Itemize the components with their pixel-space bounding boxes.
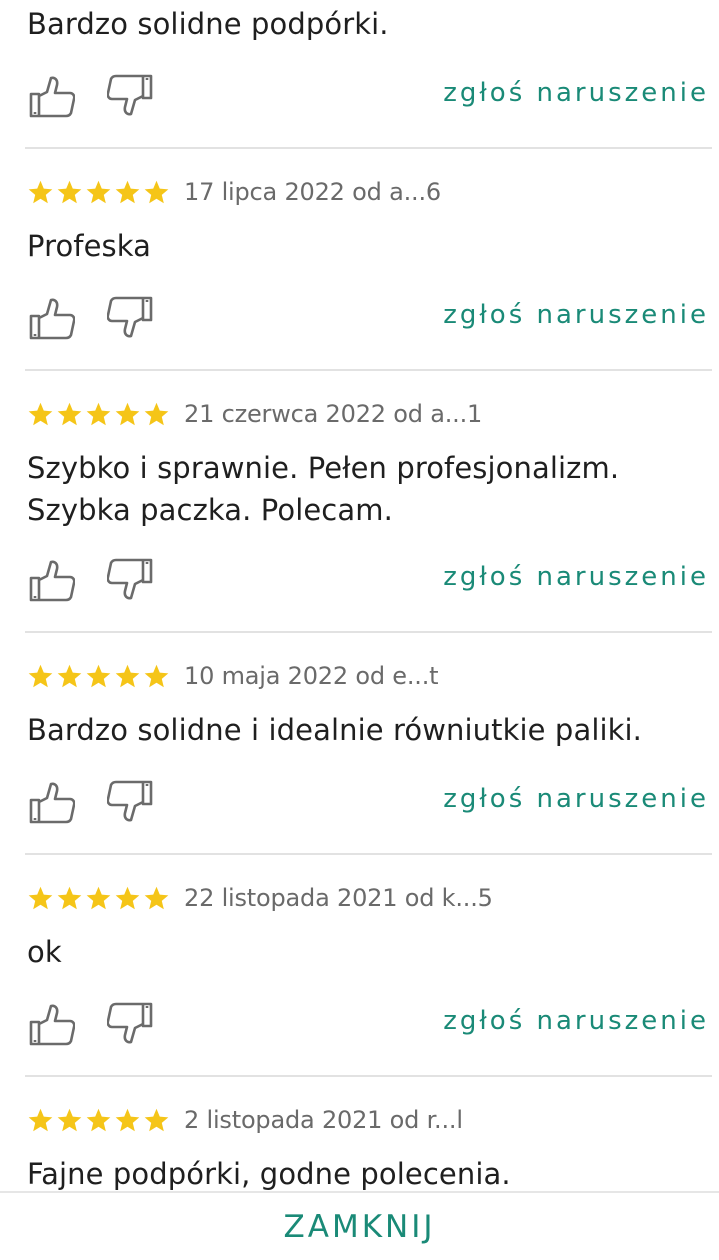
- star-icon: [144, 886, 169, 909]
- star-icon: [57, 1108, 82, 1131]
- star-icon: [86, 664, 111, 687]
- star-icon: [28, 886, 53, 909]
- review-meta: 2 listopada 2021 od r...l: [27, 1100, 463, 1140]
- divider: [25, 631, 712, 633]
- rating-stars: [27, 885, 170, 912]
- review-meta: 17 lipca 2022 od a...6: [27, 172, 441, 212]
- star-icon: [144, 180, 169, 203]
- review-text: Szybko i sprawnie. Pełen profesjonalizm.…: [27, 451, 620, 527]
- review-text: Bardzo solidne podpórki.: [27, 7, 389, 41]
- star-icon: [115, 402, 140, 425]
- vote-row: zgłoś naruszenie: [0, 994, 719, 1050]
- star-icon: [28, 180, 53, 203]
- star-icon: [57, 886, 82, 909]
- thumbs-up-icon[interactable]: [27, 72, 75, 120]
- star-icon: [28, 1108, 53, 1131]
- star-icon: [86, 1108, 111, 1131]
- divider: [25, 853, 712, 855]
- review-date-author: 21 czerwca 2022 od a...1: [184, 400, 483, 428]
- review-text: Bardzo solidne i idealnie równiutkie pal…: [27, 713, 642, 747]
- report-violation-link[interactable]: zgłoś naruszenie: [443, 784, 709, 814]
- star-icon: [57, 402, 82, 425]
- star-icon: [115, 664, 140, 687]
- star-icon: [57, 180, 82, 203]
- thumbs-down-icon[interactable]: [107, 1000, 155, 1048]
- report-violation-link[interactable]: zgłoś naruszenie: [443, 78, 709, 108]
- star-icon: [28, 402, 53, 425]
- thumbs-down-icon[interactable]: [107, 294, 155, 342]
- star-icon: [86, 180, 111, 203]
- star-icon: [86, 886, 111, 909]
- thumbs-up-icon[interactable]: [27, 294, 75, 342]
- review-text: ok: [27, 935, 62, 969]
- star-icon: [144, 664, 169, 687]
- rating-stars: [27, 1107, 170, 1134]
- review-meta: 10 maja 2022 od e...t: [27, 656, 439, 696]
- thumbs-up-icon[interactable]: [27, 556, 75, 604]
- review-meta: 22 listopada 2021 od k...5: [27, 878, 493, 918]
- rating-stars: [27, 401, 170, 428]
- review-text: Profeska: [27, 229, 152, 263]
- report-violation-link[interactable]: zgłoś naruszenie: [443, 1006, 709, 1036]
- star-icon: [115, 1108, 140, 1131]
- divider: [25, 1075, 712, 1077]
- vote-row: zgłoś naruszenie: [0, 550, 719, 606]
- dialog-footer: ZAMKNIJ: [0, 1191, 719, 1260]
- vote-row: zgłoś naruszenie: [0, 288, 719, 344]
- divider: [25, 147, 712, 149]
- close-button[interactable]: ZAMKNIJ: [268, 1203, 452, 1251]
- star-icon: [28, 664, 53, 687]
- thumbs-down-icon[interactable]: [107, 556, 155, 604]
- thumbs-down-icon[interactable]: [107, 778, 155, 826]
- review-meta: 21 czerwca 2022 od a...1: [27, 394, 482, 434]
- review-date-author: 10 maja 2022 od e...t: [184, 662, 439, 690]
- review-text: Fajne podpórki, godne polecenia.: [27, 1157, 511, 1191]
- star-icon: [115, 886, 140, 909]
- star-icon: [144, 402, 169, 425]
- review-date-author: 22 listopada 2021 od k...5: [184, 884, 493, 912]
- vote-row: zgłoś naruszenie: [0, 772, 719, 828]
- star-icon: [86, 402, 111, 425]
- rating-stars: [27, 179, 170, 206]
- star-icon: [115, 180, 140, 203]
- rating-stars: [27, 663, 170, 690]
- star-icon: [144, 1108, 169, 1131]
- thumbs-up-icon[interactable]: [27, 778, 75, 826]
- review-date-author: 2 listopada 2021 od r...l: [184, 1106, 463, 1134]
- report-violation-link[interactable]: zgłoś naruszenie: [443, 300, 709, 330]
- divider: [25, 369, 712, 371]
- report-violation-link[interactable]: zgłoś naruszenie: [443, 562, 709, 592]
- thumbs-up-icon[interactable]: [27, 1000, 75, 1048]
- star-icon: [57, 664, 82, 687]
- thumbs-down-icon[interactable]: [107, 72, 155, 120]
- vote-row: zgłoś naruszenie: [0, 66, 719, 122]
- review-date-author: 17 lipca 2022 od a...6: [184, 178, 441, 206]
